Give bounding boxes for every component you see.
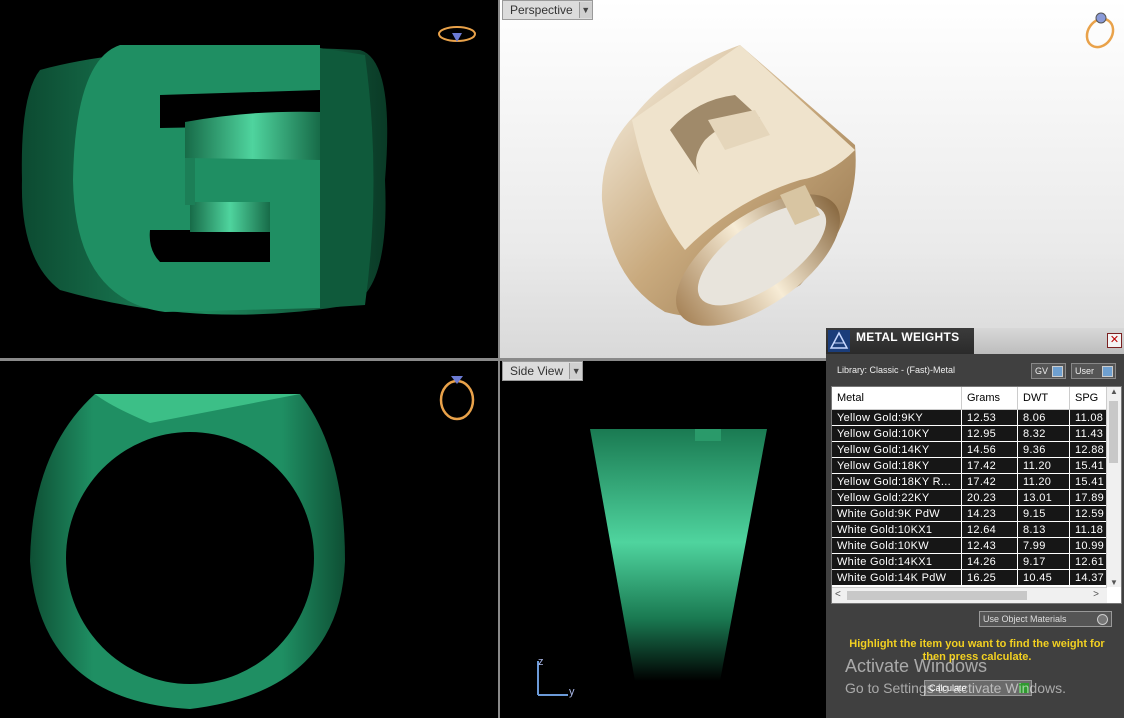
cell-dwt: 10.45 [1017,569,1070,586]
gv-toggle[interactable]: GV [1031,363,1066,379]
cell-metal: White Gold:10KX1 [832,521,962,538]
cell-dwt: 9.36 [1017,441,1070,458]
cell-spg: 10.99 [1069,537,1110,554]
cell-grams: 12.95 [961,425,1018,442]
chevron-down-icon[interactable]: ▼ [569,363,583,379]
front-viewport[interactable] [0,0,498,358]
cell-grams: 17.42 [961,457,1018,474]
use-object-materials-toggle[interactable]: Use Object Materials [979,611,1112,627]
table-row[interactable]: White Gold:9K PdW 14.23 9.15 12.59 [832,505,1110,522]
cell-metal: Yellow Gold:22KY [832,489,962,506]
scroll-left-icon[interactable]: < [835,589,841,600]
use-object-materials-label: Use Object Materials [983,614,1067,624]
cell-grams: 14.23 [961,505,1018,522]
side-view-dropdown[interactable]: Side View ▼ [502,361,584,381]
ring-gizmo-icon[interactable] [500,0,1124,358]
cell-metal: White Gold:14KX1 [832,553,962,570]
table-row[interactable]: White Gold:10KW 12.43 7.99 10.99 [832,537,1110,554]
radio-icon [1097,614,1108,625]
cell-spg: 11.08 [1069,409,1110,426]
table-row[interactable]: White Gold:14K PdW 16.25 10.45 14.37 [832,569,1110,586]
axis-y-label: y [569,686,575,698]
column-header-grams[interactable]: Grams [961,387,1018,410]
scroll-up-icon[interactable]: ▲ [1107,387,1121,396]
cell-grams: 12.43 [961,537,1018,554]
cell-metal: White Gold:14K PdW [832,569,962,586]
scale-logo-icon [828,330,850,352]
metal-weights-table: Metal Grams DWT SPG Yellow Gold:9KY 12.53… [831,386,1122,604]
panel-title: METAL WEIGHTS [856,330,960,344]
cell-spg: 17.89 [1069,489,1110,506]
cell-spg: 15.41 [1069,473,1110,490]
table-row[interactable]: Yellow Gold:18KY R... 17.42 11.20 15.41 [832,473,1110,490]
cell-dwt: 13.01 [1017,489,1070,506]
vertical-scrollbar[interactable]: ▲ ▼ [1106,387,1121,587]
cell-metal: Yellow Gold:10KY [832,425,962,442]
cell-dwt: 11.20 [1017,457,1070,474]
column-header-metal[interactable]: Metal [832,387,962,410]
table-row[interactable]: Yellow Gold:10KY 12.95 8.32 11.43 [832,425,1110,442]
cell-grams: 14.26 [961,553,1018,570]
cell-spg: 12.59 [1069,505,1110,522]
cell-spg: 11.43 [1069,425,1110,442]
cell-dwt: 9.15 [1017,505,1070,522]
ring-gizmo-icon[interactable] [0,361,498,718]
user-label: User [1075,366,1095,376]
cell-grams: 12.64 [961,521,1018,538]
table-row[interactable]: White Gold:14KX1 14.26 9.17 12.61 [832,553,1110,570]
cell-dwt: 8.13 [1017,521,1070,538]
table-row[interactable]: Yellow Gold:18KY 17.42 11.20 15.41 [832,457,1110,474]
cell-metal: Yellow Gold:14KY [832,441,962,458]
scroll-thumb[interactable] [847,591,1027,600]
ring-gizmo-icon[interactable] [0,0,498,358]
table-row[interactable]: Yellow Gold:22KY 20.23 13.01 17.89 [832,489,1110,506]
toggle-icon [1102,366,1113,377]
cell-spg: 12.61 [1069,553,1110,570]
library-label: Library: Classic - (Fast)-Metal [837,365,956,375]
cell-grams: 17.42 [961,473,1018,490]
cell-dwt: 8.06 [1017,409,1070,426]
column-header-dwt[interactable]: DWT [1017,387,1070,410]
toggle-icon [1052,366,1063,377]
cell-metal: Yellow Gold:9KY [832,409,962,426]
watermark-line-2: Go to Settings to activate Windows. [845,680,1066,696]
table-row[interactable]: Yellow Gold:9KY 12.53 8.06 11.08 [832,409,1110,426]
cell-metal: Yellow Gold:18KY [832,457,962,474]
cell-spg: 11.18 [1069,521,1110,538]
user-toggle[interactable]: User [1071,363,1116,379]
cell-spg: 15.41 [1069,457,1110,474]
side-view-label: Side View [510,364,564,378]
cell-grams: 14.56 [961,441,1018,458]
close-icon[interactable]: ✕ [1107,333,1122,348]
scroll-right-icon[interactable]: > [1093,589,1099,600]
perspective-viewport[interactable]: Perspective ▼ [500,0,1124,358]
cell-metal: White Gold:10KW [832,537,962,554]
cell-dwt: 8.32 [1017,425,1070,442]
cell-spg: 12.88 [1069,441,1110,458]
cell-grams: 12.53 [961,409,1018,426]
cell-metal: Yellow Gold:18KY R... [832,473,962,490]
column-header-spg[interactable]: SPG [1069,387,1110,410]
table-row[interactable]: Yellow Gold:14KY 14.56 9.36 12.88 [832,441,1110,458]
cell-grams: 20.23 [961,489,1018,506]
scroll-thumb[interactable] [1109,401,1118,463]
cell-metal: White Gold:9K PdW [832,505,962,522]
scroll-down-icon[interactable]: ▼ [1107,578,1121,587]
top-viewport[interactable] [0,361,498,718]
cell-dwt: 7.99 [1017,537,1070,554]
axis-z-label: z [538,656,544,668]
cell-dwt: 11.20 [1017,473,1070,490]
cell-dwt: 9.17 [1017,553,1070,570]
panel-title-bar[interactable]: METAL WEIGHTS ✕ [826,328,1124,354]
watermark-line-1: Activate Windows [845,656,988,676]
activate-windows-watermark: Activate Windows Go to Settings to activ… [845,656,1066,696]
cell-spg: 14.37 [1069,569,1110,586]
table-row[interactable]: White Gold:10KX1 12.64 8.13 11.18 [832,521,1110,538]
cell-grams: 16.25 [961,569,1018,586]
gv-label: GV [1035,366,1049,376]
horizontal-scrollbar[interactable]: < > [832,587,1107,603]
